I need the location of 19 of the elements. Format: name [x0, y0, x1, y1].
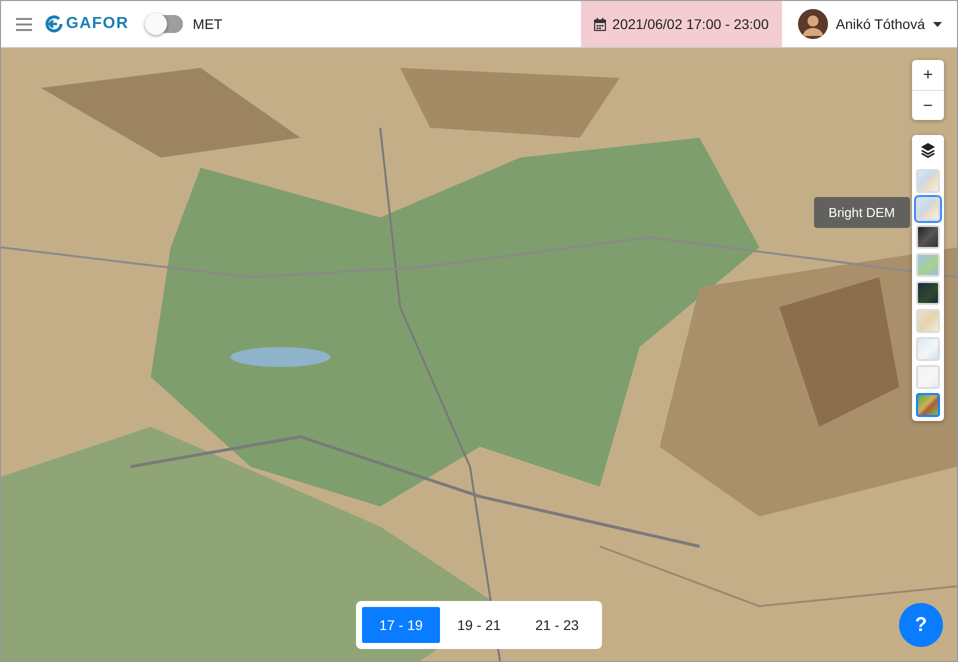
time-slot-button[interactable]: 17 - 19 — [362, 607, 440, 643]
layer-thumbnail[interactable] — [916, 393, 940, 417]
calendar-icon — [594, 18, 606, 30]
zoom-out-button[interactable]: − — [912, 90, 944, 120]
met-toggle[interactable] — [146, 15, 183, 33]
met-label: MET — [192, 16, 222, 32]
avatar-icon — [798, 9, 828, 39]
time-slot-button[interactable]: 21 - 23 — [518, 607, 596, 643]
tooltip: Bright DEM — [814, 197, 910, 228]
time-slot-button[interactable]: 19 - 21 — [440, 607, 518, 643]
user-name: Anikó Tóthová — [836, 16, 925, 32]
caret-icon — [933, 22, 942, 26]
logo-text: GAFOR — [66, 15, 129, 33]
zoom-in-button[interactable]: + — [912, 60, 944, 90]
layers-icon[interactable] — [920, 142, 936, 158]
date-range-button[interactable]: 2021/06/02 17:00 - 23:00 — [581, 1, 782, 47]
logo-icon — [44, 14, 64, 34]
user-menu[interactable]: Anikó Tóthová — [782, 1, 957, 47]
menu-icon[interactable] — [16, 18, 32, 30]
